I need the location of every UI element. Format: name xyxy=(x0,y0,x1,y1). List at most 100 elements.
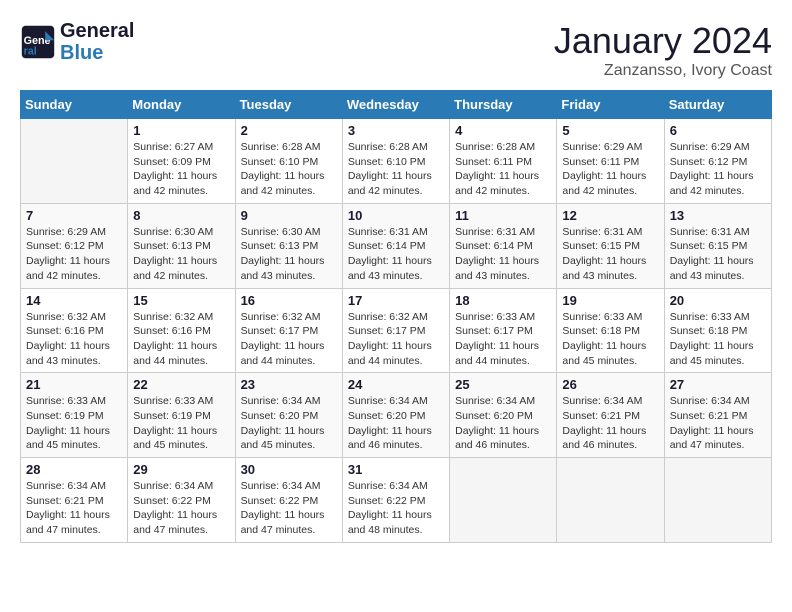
day-cell: 9 Sunrise: 6:30 AMSunset: 6:13 PMDaylight… xyxy=(235,203,342,288)
logo-text: General Blue xyxy=(60,20,134,64)
day-cell: 26Sunrise: 6:34 AMSunset: 6:21 PMDayligh… xyxy=(557,373,664,458)
day-info: Sunrise: 6:34 AMSunset: 6:21 PMDaylight:… xyxy=(26,479,122,538)
week-row-3: 14 Sunrise: 6:32 AMSunset: 6:16 PMDayligh… xyxy=(21,288,772,373)
day-info: Sunrise: 6:28 AMSunset: 6:11 PMDaylight:… xyxy=(455,140,551,199)
day-number: 18 xyxy=(455,293,551,308)
day-number: 14 xyxy=(26,293,122,308)
day-number: 4 xyxy=(455,123,551,138)
day-number: 16 xyxy=(241,293,337,308)
day-number: 19 xyxy=(562,293,658,308)
logo: Gene ral General Blue xyxy=(20,20,134,64)
day-cell: 10 Sunrise: 6:31 AMSunset: 6:14 PMDayligh… xyxy=(342,203,449,288)
day-cell: 18 Sunrise: 6:33 AMSunset: 6:17 PMDayligh… xyxy=(450,288,557,373)
day-header-sunday: Sunday xyxy=(21,91,128,119)
day-info: Sunrise: 6:31 AMSunset: 6:14 PMDaylight:… xyxy=(455,225,551,284)
calendar-table: SundayMondayTuesdayWednesdayThursdayFrid… xyxy=(20,90,772,543)
day-header-tuesday: Tuesday xyxy=(235,91,342,119)
day-info: Sunrise: 6:29 AMSunset: 6:11 PMDaylight:… xyxy=(562,140,658,199)
day-number: 13 xyxy=(670,208,766,223)
day-info: Sunrise: 6:30 AMSunset: 6:13 PMDaylight:… xyxy=(241,225,337,284)
day-number: 29 xyxy=(133,462,229,477)
day-number: 22 xyxy=(133,377,229,392)
calendar-body: 1Sunrise: 6:27 AMSunset: 6:09 PMDaylight… xyxy=(21,119,772,543)
day-cell xyxy=(664,458,771,543)
day-info: Sunrise: 6:32 AMSunset: 6:17 PMDaylight:… xyxy=(241,310,337,369)
day-cell: 13 Sunrise: 6:31 AMSunset: 6:15 PMDayligh… xyxy=(664,203,771,288)
day-number: 20 xyxy=(670,293,766,308)
day-info: Sunrise: 6:31 AMSunset: 6:15 PMDaylight:… xyxy=(562,225,658,284)
day-cell: 5 Sunrise: 6:29 AMSunset: 6:11 PMDaylight… xyxy=(557,119,664,204)
day-info: Sunrise: 6:34 AMSunset: 6:21 PMDaylight:… xyxy=(670,394,766,453)
day-cell: 19Sunrise: 6:33 AMSunset: 6:18 PMDayligh… xyxy=(557,288,664,373)
day-number: 27 xyxy=(670,377,766,392)
day-cell: 6Sunrise: 6:29 AMSunset: 6:12 PMDaylight… xyxy=(664,119,771,204)
day-info: Sunrise: 6:31 AMSunset: 6:15 PMDaylight:… xyxy=(670,225,766,284)
day-info: Sunrise: 6:30 AMSunset: 6:13 PMDaylight:… xyxy=(133,225,229,284)
day-info: Sunrise: 6:33 AMSunset: 6:18 PMDaylight:… xyxy=(670,310,766,369)
day-info: Sunrise: 6:32 AMSunset: 6:17 PMDaylight:… xyxy=(348,310,444,369)
day-cell: 25 Sunrise: 6:34 AMSunset: 6:20 PMDayligh… xyxy=(450,373,557,458)
day-info: Sunrise: 6:29 AMSunset: 6:12 PMDaylight:… xyxy=(26,225,122,284)
day-cell: 7 Sunrise: 6:29 AMSunset: 6:12 PMDaylight… xyxy=(21,203,128,288)
week-row-2: 7 Sunrise: 6:29 AMSunset: 6:12 PMDaylight… xyxy=(21,203,772,288)
day-info: Sunrise: 6:34 AMSunset: 6:22 PMDaylight:… xyxy=(348,479,444,538)
day-cell xyxy=(21,119,128,204)
day-number: 8 xyxy=(133,208,229,223)
day-number: 2 xyxy=(241,123,337,138)
day-number: 9 xyxy=(241,208,337,223)
day-cell: 21 Sunrise: 6:33 AMSunset: 6:19 PMDayligh… xyxy=(21,373,128,458)
day-cell: 3Sunrise: 6:28 AMSunset: 6:10 PMDaylight… xyxy=(342,119,449,204)
day-header-wednesday: Wednesday xyxy=(342,91,449,119)
day-number: 11 xyxy=(455,208,551,223)
day-cell: 27 Sunrise: 6:34 AMSunset: 6:21 PMDayligh… xyxy=(664,373,771,458)
day-cell: 2Sunrise: 6:28 AMSunset: 6:10 PMDaylight… xyxy=(235,119,342,204)
day-header-friday: Friday xyxy=(557,91,664,119)
day-info: Sunrise: 6:33 AMSunset: 6:19 PMDaylight:… xyxy=(133,394,229,453)
week-row-5: 28 Sunrise: 6:34 AMSunset: 6:21 PMDayligh… xyxy=(21,458,772,543)
day-cell: 29Sunrise: 6:34 AMSunset: 6:22 PMDayligh… xyxy=(128,458,235,543)
day-info: Sunrise: 6:33 AMSunset: 6:19 PMDaylight:… xyxy=(26,394,122,453)
day-info: Sunrise: 6:34 AMSunset: 6:20 PMDaylight:… xyxy=(455,394,551,453)
day-cell: 24 Sunrise: 6:34 AMSunset: 6:20 PMDayligh… xyxy=(342,373,449,458)
day-number: 25 xyxy=(455,377,551,392)
day-number: 15 xyxy=(133,293,229,308)
day-number: 10 xyxy=(348,208,444,223)
svg-text:ral: ral xyxy=(24,46,37,58)
day-number: 3 xyxy=(348,123,444,138)
header-row: SundayMondayTuesdayWednesdayThursdayFrid… xyxy=(21,91,772,119)
day-header-saturday: Saturday xyxy=(664,91,771,119)
day-cell xyxy=(557,458,664,543)
day-info: Sunrise: 6:32 AMSunset: 6:16 PMDaylight:… xyxy=(26,310,122,369)
day-info: Sunrise: 6:34 AMSunset: 6:20 PMDaylight:… xyxy=(241,394,337,453)
day-cell: 17 Sunrise: 6:32 AMSunset: 6:17 PMDayligh… xyxy=(342,288,449,373)
day-number: 21 xyxy=(26,377,122,392)
day-cell xyxy=(450,458,557,543)
day-number: 17 xyxy=(348,293,444,308)
day-cell: 22 Sunrise: 6:33 AMSunset: 6:19 PMDayligh… xyxy=(128,373,235,458)
day-number: 24 xyxy=(348,377,444,392)
day-number: 5 xyxy=(562,123,658,138)
day-info: Sunrise: 6:31 AMSunset: 6:14 PMDaylight:… xyxy=(348,225,444,284)
month-title: January 2024 xyxy=(554,20,772,62)
location-subtitle: Zanzansso, Ivory Coast xyxy=(554,62,772,80)
day-header-monday: Monday xyxy=(128,91,235,119)
day-cell: 8 Sunrise: 6:30 AMSunset: 6:13 PMDaylight… xyxy=(128,203,235,288)
day-cell: 31 Sunrise: 6:34 AMSunset: 6:22 PMDayligh… xyxy=(342,458,449,543)
day-info: Sunrise: 6:34 AMSunset: 6:21 PMDaylight:… xyxy=(562,394,658,453)
day-number: 28 xyxy=(26,462,122,477)
page-header: Gene ral General Blue January 2024 Zanza… xyxy=(20,20,772,80)
day-number: 1 xyxy=(133,123,229,138)
day-number: 6 xyxy=(670,123,766,138)
day-info: Sunrise: 6:32 AMSunset: 6:16 PMDaylight:… xyxy=(133,310,229,369)
day-number: 30 xyxy=(241,462,337,477)
day-info: Sunrise: 6:34 AMSunset: 6:22 PMDaylight:… xyxy=(241,479,337,538)
day-cell: 15 Sunrise: 6:32 AMSunset: 6:16 PMDayligh… xyxy=(128,288,235,373)
day-cell: 20 Sunrise: 6:33 AMSunset: 6:18 PMDayligh… xyxy=(664,288,771,373)
title-block: January 2024 Zanzansso, Ivory Coast xyxy=(554,20,772,80)
day-number: 31 xyxy=(348,462,444,477)
day-cell: 11 Sunrise: 6:31 AMSunset: 6:14 PMDayligh… xyxy=(450,203,557,288)
day-info: Sunrise: 6:34 AMSunset: 6:20 PMDaylight:… xyxy=(348,394,444,453)
day-cell: 12Sunrise: 6:31 AMSunset: 6:15 PMDayligh… xyxy=(557,203,664,288)
day-number: 7 xyxy=(26,208,122,223)
day-info: Sunrise: 6:33 AMSunset: 6:17 PMDaylight:… xyxy=(455,310,551,369)
